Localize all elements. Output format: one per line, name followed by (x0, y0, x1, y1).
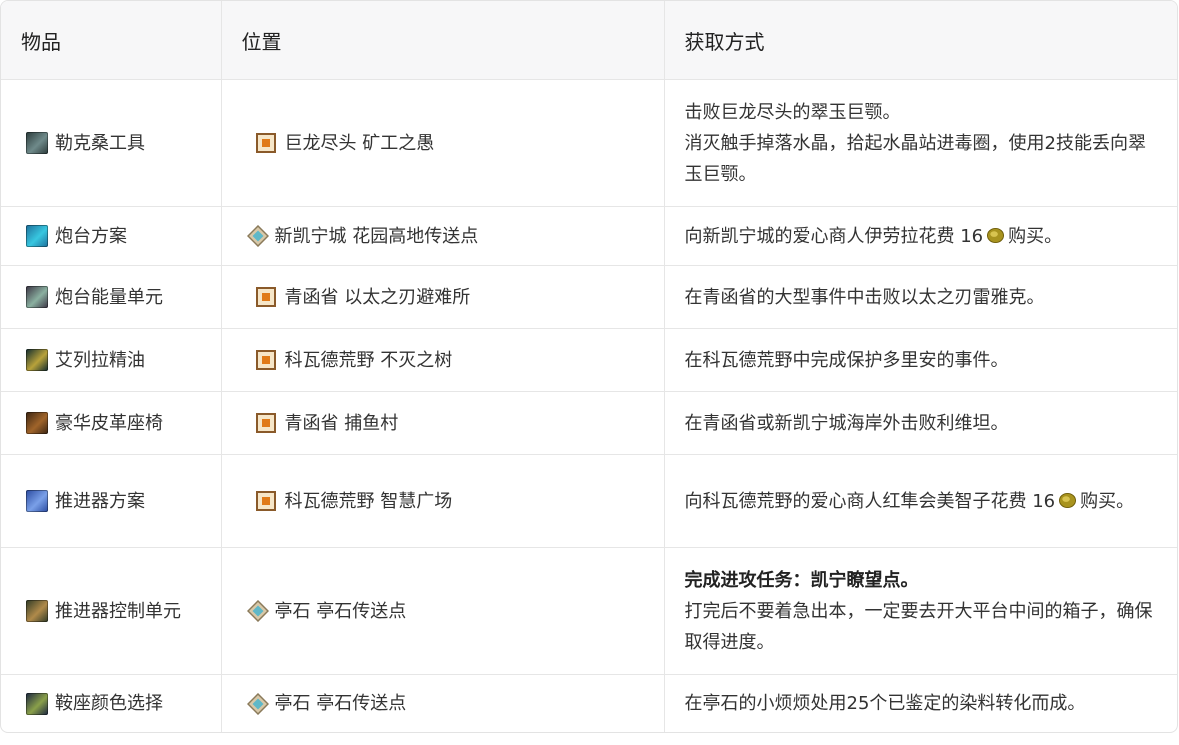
location-text: 亭石 亭石传送点 (274, 693, 407, 714)
point-of-interest-icon (255, 349, 277, 371)
location-cell: 科瓦德荒野 智慧广场 (220, 454, 664, 548)
point-of-interest-icon (255, 412, 277, 434)
item-cell: 勒克桑工具 (1, 79, 221, 207)
item-cell: 炮台能量单元 (1, 265, 221, 329)
method-text: 向新凯宁城的爱心商人伊劳拉花费 16 (684, 225, 984, 247)
table-row: 勒克桑工具 巨龙尽头 矿工之愚 击败巨龙尽头的翠玉巨颚。 消灭触手掉落水晶，拾起… (1, 79, 1177, 207)
item-name: 推进器方案 (55, 490, 145, 512)
location-text: 青函省 以太之刃避难所 (284, 286, 471, 308)
method-text: 在青函省或新凯宁城海岸外击败利维坦。 (684, 412, 1009, 434)
location-cell: 亭石 亭石传送点 (220, 547, 664, 675)
point-of-interest-icon (255, 490, 277, 512)
location-cell: 青函省 捕鱼村 (220, 391, 664, 455)
method-text: 购买。 (1080, 490, 1135, 512)
gold-coin-icon (987, 227, 1005, 243)
gold-coin-icon (1059, 492, 1077, 508)
acquisition-table-container: 物品 位置 获取方式 勒克桑工具 巨龙尽头 矿工之愚 击败巨龙尽头的翠玉巨颚。 (0, 0, 1178, 733)
item-icon (26, 490, 48, 512)
item-name: 鞍座颜色选择 (55, 693, 163, 714)
location-text: 青函省 捕鱼村 (284, 412, 399, 434)
table-row: 炮台能量单元 青函省 以太之刃避难所 在青函省的大型事件中击败以太之刃雷雅克。 (1, 265, 1177, 329)
method-cell: 在青函省或新凯宁城海岸外击败利维坦。 (663, 391, 1177, 455)
location-text: 科瓦德荒野 不灭之树 (284, 349, 453, 371)
item-name: 炮台方案 (55, 225, 127, 247)
table-row: 艾列拉精油 科瓦德荒野 不灭之树 在科瓦德荒野中完成保护多里安的事件。 (1, 328, 1177, 392)
method-cell: 在亭石的小烦烦处用25个已鉴定的染料转化而成。 (663, 674, 1177, 732)
method-cell: 向科瓦德荒野的爱心商人红隼会美智子花费 16 购买。 (663, 454, 1177, 548)
location-text: 亭石 亭石传送点 (274, 600, 407, 622)
method-text: 购买。 (1008, 225, 1063, 247)
method-cell: 在科瓦德荒野中完成保护多里安的事件。 (663, 328, 1177, 392)
location-text: 科瓦德荒野 智慧广场 (284, 490, 453, 512)
header-item: 物品 (1, 1, 221, 80)
method-cell: 完成进攻任务：凯宁瞭望点。 打完后不要着急出本，一定要去开大平台中间的箱子，确保… (663, 547, 1177, 675)
header-location: 位置 (220, 1, 664, 80)
item-name: 豪华皮革座椅 (55, 412, 163, 434)
item-cell: 豪华皮革座椅 (1, 391, 221, 455)
item-cell: 艾列拉精油 (1, 328, 221, 392)
item-cell: 鞍座颜色选择 (1, 675, 221, 733)
table-row: 推进器方案 科瓦德荒野 智慧广场 向科瓦德荒野的爱心商人红隼会美智子花费 16 购… (1, 454, 1177, 548)
item-name: 艾列拉精油 (55, 349, 145, 371)
item-icon (26, 600, 48, 622)
method-line: 打完后不要着急出本，一定要去开大平台中间的箱子，确保取得进度。 (684, 600, 1153, 653)
method-cell: 击败巨龙尽头的翠玉巨颚。 消灭触手掉落水晶，拾起水晶站进毒圈，使用2技能丢向翠玉… (663, 79, 1177, 207)
method-cell: 在青函省的大型事件中击败以太之刃雷雅克。 (663, 265, 1177, 329)
item-cell: 推进器控制单元 (1, 547, 221, 675)
header-method: 获取方式 (663, 1, 1177, 80)
item-name: 推进器控制单元 (55, 600, 181, 622)
item-icon (26, 132, 48, 154)
item-icon (26, 412, 48, 434)
method-bold: 完成进攻任务：凯宁瞭望点。 (684, 569, 919, 591)
method-line: 击败巨龙尽头的翠玉巨颚。 (684, 101, 901, 123)
location-cell: 新凯宁城 花园高地传送点 (220, 206, 664, 266)
table-header-row: 物品 位置 获取方式 (1, 1, 1177, 80)
method-cell: 向新凯宁城的爱心商人伊劳拉花费 16 购买。 (663, 206, 1177, 266)
point-of-interest-icon (255, 286, 277, 308)
method-text: 在青函省的大型事件中击败以太之刃雷雅克。 (684, 286, 1045, 308)
item-name: 炮台能量单元 (55, 286, 163, 308)
acquisition-table: 物品 位置 获取方式 勒克桑工具 巨龙尽头 矿工之愚 击败巨龙尽头的翠玉巨颚。 (1, 1, 1177, 732)
item-name: 勒克桑工具 (55, 132, 145, 154)
item-icon (26, 349, 48, 371)
location-cell: 亭石 亭石传送点 (220, 674, 664, 732)
location-cell: 巨龙尽头 矿工之愚 (220, 79, 664, 207)
waypoint-icon (246, 225, 269, 247)
location-cell: 青函省 以太之刃避难所 (220, 265, 664, 329)
waypoint-icon (246, 692, 269, 715)
method-text: 在亭石的小烦烦处用25个已鉴定的染料转化而成。 (684, 693, 1086, 714)
item-icon (26, 286, 48, 308)
table-row: 推进器控制单元 亭石 亭石传送点 完成进攻任务：凯宁瞭望点。 打完后不要着急出本… (1, 547, 1177, 675)
method-text: 向科瓦德荒野的爱心商人红隼会美智子花费 16 (684, 490, 1056, 512)
method-line: 消灭触手掉落水晶，拾起水晶站进毒圈，使用2技能丢向翠玉巨颚。 (684, 132, 1146, 185)
item-cell: 炮台方案 (1, 206, 221, 266)
point-of-interest-icon (255, 132, 277, 154)
location-cell: 科瓦德荒野 不灭之树 (220, 328, 664, 392)
item-icon (26, 692, 48, 715)
location-text: 新凯宁城 花园高地传送点 (274, 225, 479, 247)
table-row: 鞍座颜色选择 亭石 亭石传送点 在亭石的小烦烦处用25个已鉴定的染料转化而成。 (1, 674, 1177, 733)
waypoint-icon (246, 600, 269, 622)
item-icon (26, 225, 48, 247)
item-cell: 推进器方案 (1, 454, 221, 548)
method-text: 在科瓦德荒野中完成保护多里安的事件。 (684, 349, 1009, 371)
table-row: 炮台方案 新凯宁城 花园高地传送点 向新凯宁城的爱心商人伊劳拉花费 16 购买。 (1, 206, 1177, 266)
table-row: 豪华皮革座椅 青函省 捕鱼村 在青函省或新凯宁城海岸外击败利维坦。 (1, 391, 1177, 455)
location-text: 巨龙尽头 矿工之愚 (284, 132, 435, 154)
